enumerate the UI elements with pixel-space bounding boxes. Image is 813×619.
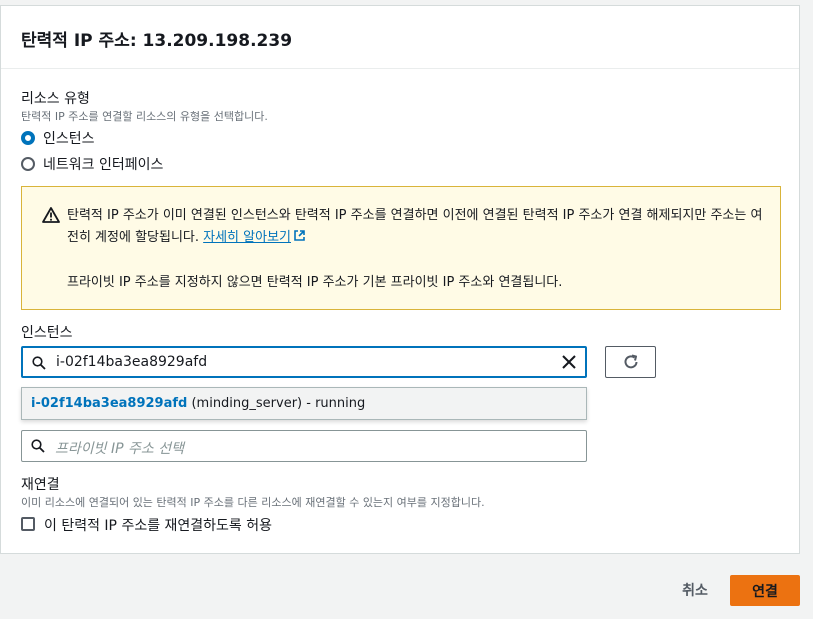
instance-label: 인스턴스 [21,325,73,341]
dropdown-option[interactable]: i-02f14ba3ea8929afd (minding_server) - r… [31,396,365,411]
radio-network-interface-button[interactable] [21,157,35,171]
reassociate-checkbox-label[interactable]: 이 탄력적 IP 주소를 재연결하도록 허용 [44,515,272,535]
reassociate-description: 이미 리소스에 연결되어 있는 탄력적 IP 주소를 다른 리소스에 재연결할 … [21,496,485,509]
dropdown-option-id: i-02f14ba3ea8929afd [31,396,188,411]
connect-button[interactable]: 연결 [730,575,800,606]
search-icon [31,439,45,453]
resource-type-label: 리소스 유형 [21,91,90,107]
instance-search-input[interactable]: i-02f14ba3ea8929afd [21,346,587,378]
radio-network-interface-label: 네트워크 인터페이스 [43,157,164,173]
private-ip-placeholder: 프라이빗 IP 주소 선택 [55,441,184,457]
panel-header: 탄력적 IP 주소: 13.209.198.239 [1,6,799,69]
alert-text: 탄력적 IP 주소가 이미 연결된 인스턴스와 탄력적 IP 주소를 연결하면 … [67,205,767,249]
instance-search-value[interactable]: i-02f14ba3ea8929afd [56,354,207,370]
page-title: 탄력적 IP 주소: 13.209.198.239 [21,31,293,51]
external-link-icon [294,230,305,241]
alert-text-secondary: 프라이빗 IP 주소를 지정하지 않으면 탄력적 IP 주소가 기본 프라이빗 … [67,275,563,290]
reassociate-label: 재연결 [21,477,60,493]
radio-instance-label: 인스턴스 [43,131,95,147]
learn-more-link[interactable]: 자세히 알아보기 [203,230,306,245]
alert-message: 탄력적 IP 주소가 이미 연결된 인스턴스와 탄력적 IP 주소를 연결하면 … [67,208,763,245]
radio-network-interface[interactable]: 네트워크 인터페이스 [21,154,163,174]
dropdown-option-details: (minding_server) - running [191,396,366,411]
radio-instance-button[interactable] [21,131,35,145]
refresh-icon [624,354,638,369]
warning-alert: 탄력적 IP 주소가 이미 연결된 인스턴스와 탄력적 IP 주소를 연결하면 … [21,186,781,310]
refresh-button[interactable] [605,346,656,378]
reassociate-checkbox[interactable] [21,517,35,531]
cancel-button[interactable]: 취소 [667,575,723,605]
close-icon[interactable] [561,354,577,370]
radio-instance[interactable]: 인스턴스 [21,128,95,148]
search-icon [32,356,46,370]
associate-eip-panel: 탄력적 IP 주소: 13.209.198.239 리소스 유형 탄력적 IP … [0,5,800,554]
instance-dropdown[interactable]: i-02f14ba3ea8929afd (minding_server) - r… [21,387,587,420]
learn-more-label: 자세히 알아보기 [203,230,291,245]
private-ip-input[interactable]: 프라이빗 IP 주소 선택 [21,430,587,462]
resource-type-description: 탄력적 IP 주소를 연결할 리소스의 유형을 선택합니다. [21,110,268,123]
warning-icon [42,207,60,223]
